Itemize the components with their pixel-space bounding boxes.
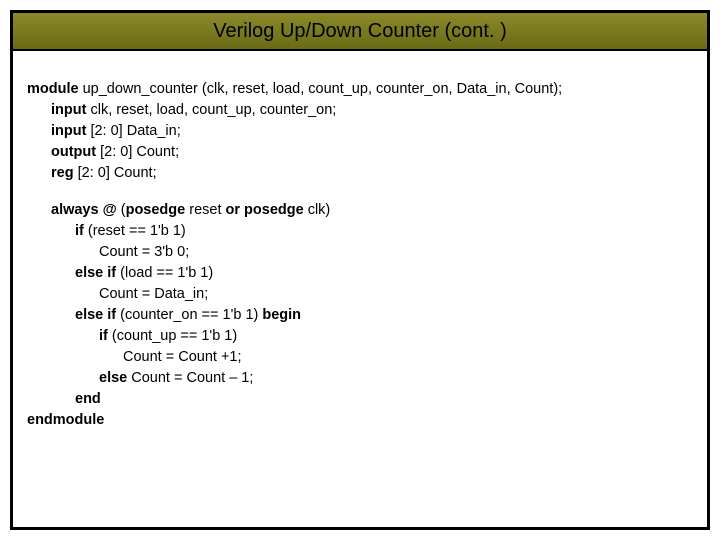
code-line: module up_down_counter (clk, reset, load… [27, 79, 693, 100]
title-bar: Verilog Up/Down Counter (cont. ) [13, 13, 707, 51]
code-text: [2: 0] Count; [96, 144, 179, 160]
keyword-begin: begin [262, 307, 301, 323]
code-text: clk) [304, 202, 331, 218]
code-text: ( [117, 202, 126, 218]
code-text: (counter_on == 1'b 1) [116, 307, 262, 323]
keyword-elseif: else if [75, 265, 116, 281]
code-text: (count_up == 1'b 1) [108, 328, 237, 344]
keyword-if: if [99, 328, 108, 344]
code-text: [2: 0] Data_in; [86, 123, 180, 139]
code-line: always @ (posedge reset or posedge clk) [27, 200, 693, 221]
code-line: reg [2: 0] Count; [27, 163, 693, 184]
code-line: Count = Count +1; [27, 347, 693, 368]
code-text: Count = Data_in; [99, 286, 208, 302]
keyword-always: always @ [51, 202, 117, 218]
slide-title: Verilog Up/Down Counter (cont. ) [213, 20, 506, 43]
code-line: Count = 3'b 0; [27, 242, 693, 263]
keyword-posedge: posedge [244, 202, 304, 218]
code-line: if (count_up == 1'b 1) [27, 326, 693, 347]
keyword-input: input [51, 102, 86, 118]
keyword-input: input [51, 123, 86, 139]
code-content: module up_down_counter (clk, reset, load… [13, 51, 707, 445]
code-text: reset [185, 202, 225, 218]
code-text: up_down_counter (clk, reset, load, count… [79, 81, 563, 97]
keyword-endmodule: endmodule [27, 412, 104, 428]
code-line: else if (counter_on == 1'b 1) begin [27, 305, 693, 326]
code-text: Count = Count +1; [123, 349, 242, 365]
keyword-or: or [226, 202, 241, 218]
slide-container: Verilog Up/Down Counter (cont. ) module … [10, 10, 710, 530]
keyword-module: module [27, 81, 79, 97]
keyword-else: else [99, 370, 127, 386]
code-line: input clk, reset, load, count_up, counte… [27, 100, 693, 121]
code-line: else Count = Count – 1; [27, 368, 693, 389]
code-text: clk, reset, load, count_up, counter_on; [86, 102, 336, 118]
keyword-end: end [75, 391, 101, 407]
keyword-posedge: posedge [126, 202, 186, 218]
code-line: output [2: 0] Count; [27, 142, 693, 163]
code-line: Count = Data_in; [27, 284, 693, 305]
keyword-if: if [75, 223, 84, 239]
code-line: endmodule [27, 410, 693, 431]
keyword-reg: reg [51, 165, 74, 181]
keyword-output: output [51, 144, 96, 160]
code-text: (reset == 1'b 1) [84, 223, 186, 239]
keyword-elseif: else if [75, 307, 116, 323]
code-line: end [27, 389, 693, 410]
code-text: [2: 0] Count; [74, 165, 157, 181]
code-text: Count = 3'b 0; [99, 244, 189, 260]
code-line: else if (load == 1'b 1) [27, 263, 693, 284]
code-line: if (reset == 1'b 1) [27, 221, 693, 242]
code-text: (load == 1'b 1) [116, 265, 213, 281]
code-line: input [2: 0] Data_in; [27, 121, 693, 142]
code-text: Count = Count – 1; [127, 370, 253, 386]
